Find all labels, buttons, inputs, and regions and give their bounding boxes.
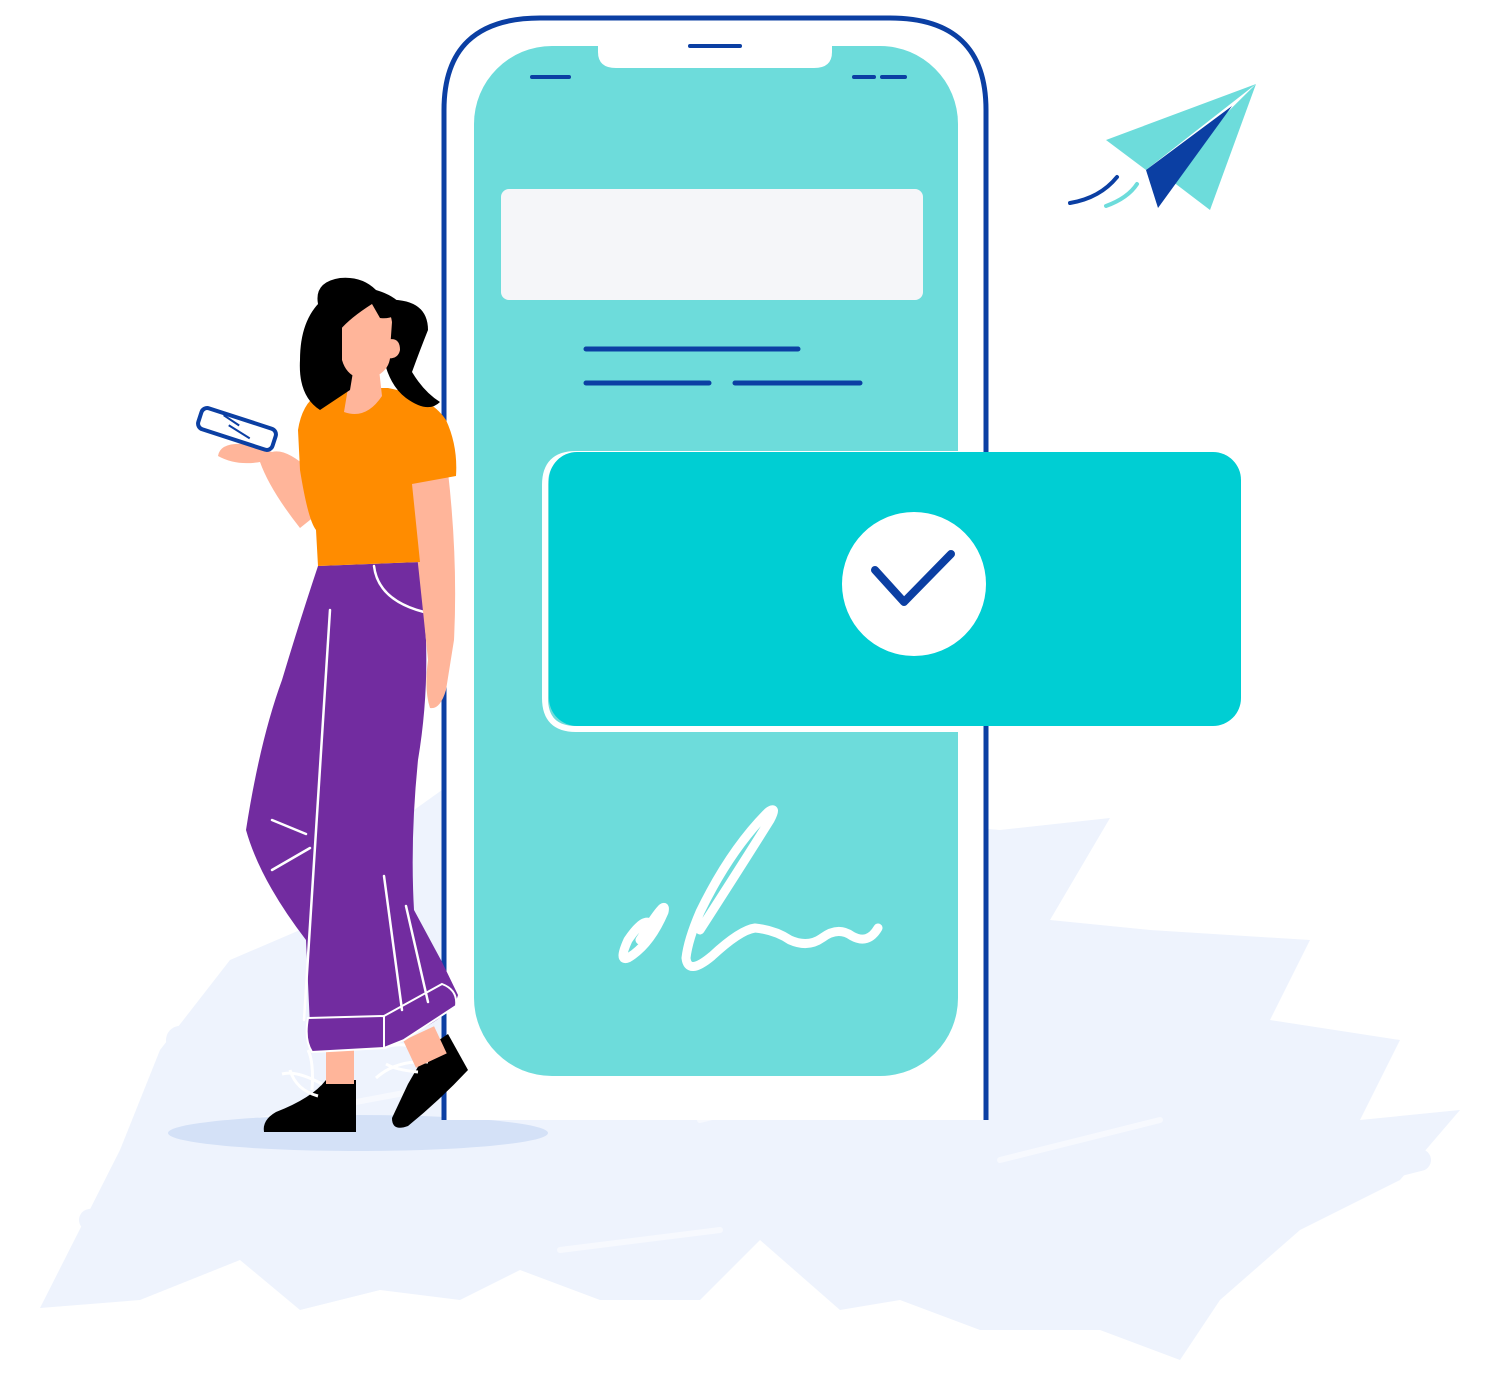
screen-header-card <box>501 189 923 300</box>
check-circle-icon <box>842 512 986 656</box>
paper-plane-trail-light <box>1104 182 1139 208</box>
paper-plane-icon <box>1068 84 1256 210</box>
woman-pants-cuff-front <box>305 1014 385 1054</box>
confirmation-card <box>542 451 1241 732</box>
floor-shadow <box>168 1115 548 1151</box>
paper-plane-trail-dark <box>1068 175 1119 205</box>
e-signature-illustration <box>40 15 1460 1360</box>
